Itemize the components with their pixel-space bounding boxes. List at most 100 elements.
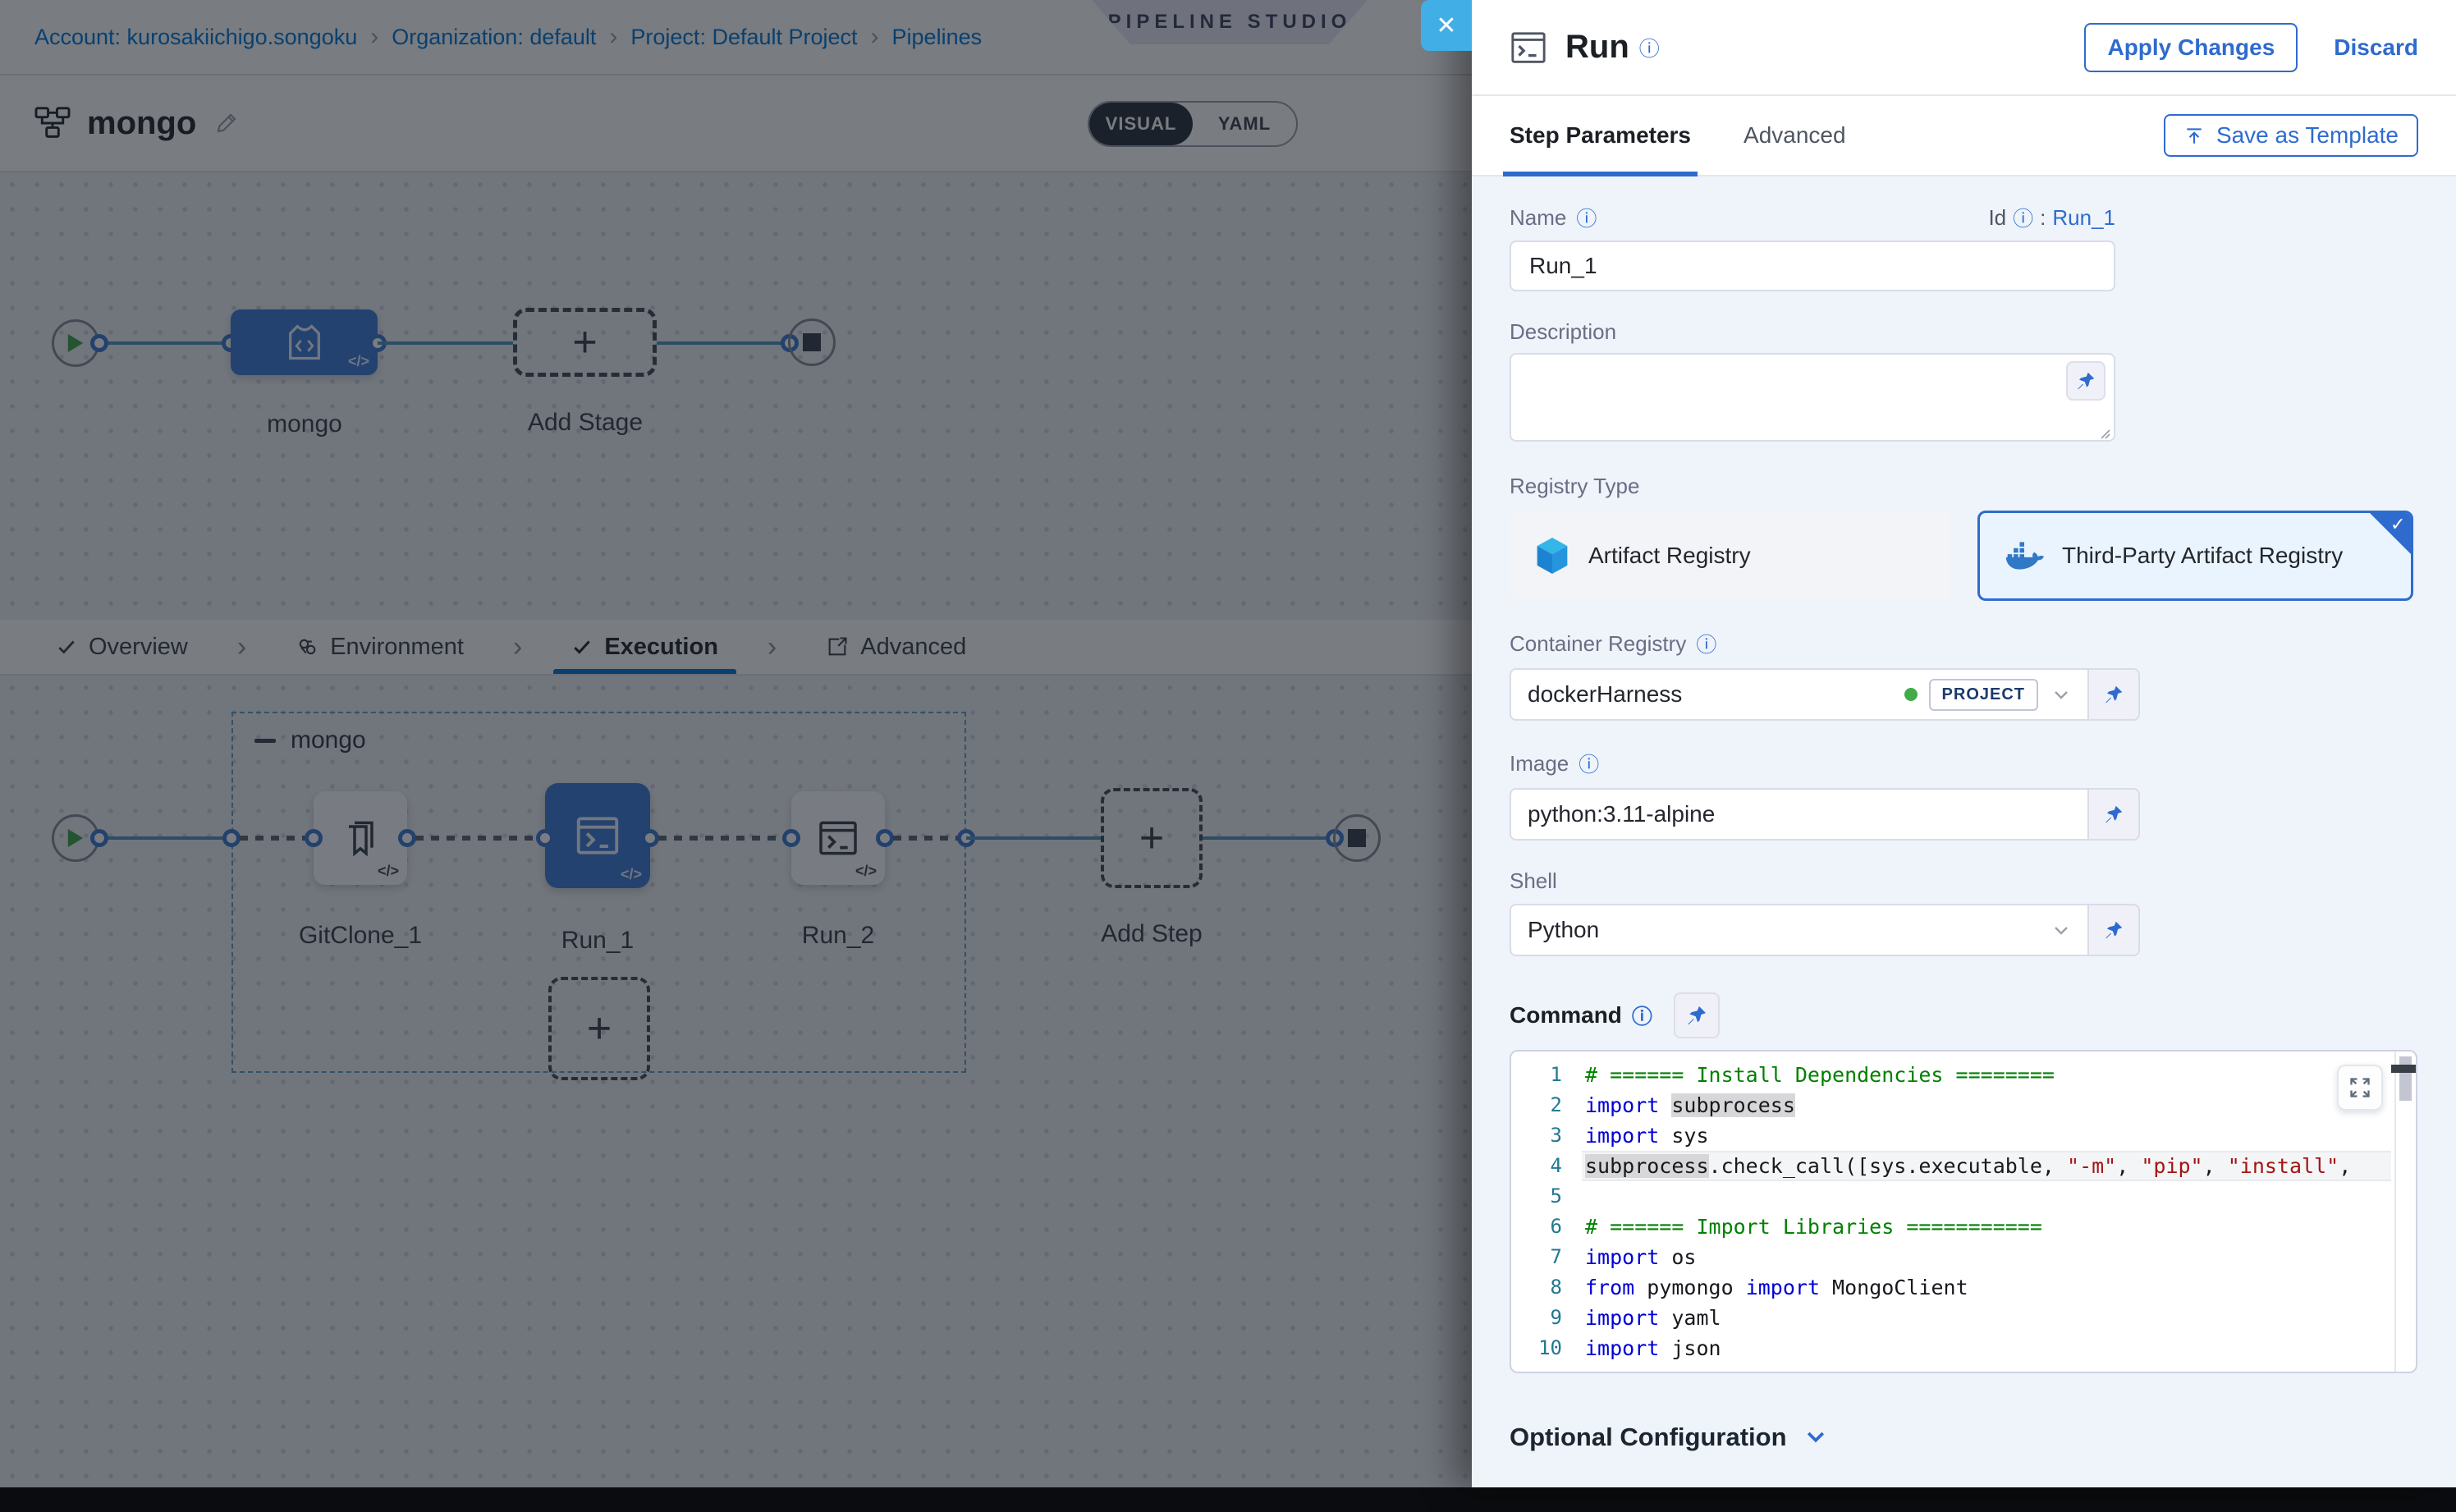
command-code-editor[interactable]: 1# ====== Install Dependencies ========2…	[1510, 1050, 2417, 1373]
chevron-down-icon	[1803, 1425, 1828, 1450]
code-text: # ====== Import Libraries ===========	[1562, 1212, 2042, 1242]
line-number: 5	[1511, 1181, 1562, 1212]
shell-value: Python	[1528, 917, 1599, 943]
modal-dim-overlay[interactable]	[0, 0, 1472, 1487]
discard-button[interactable]: Discard	[2334, 34, 2418, 61]
line-number: 1	[1511, 1060, 1562, 1090]
scope-badge: PROJECT	[1929, 679, 2038, 711]
code-text: import yaml	[1562, 1303, 1721, 1333]
pin-input-type-button[interactable]	[2066, 361, 2105, 401]
shell-select[interactable]: Python	[1510, 904, 2089, 956]
description-label: Description	[1510, 319, 2418, 345]
artifact-registry-icon	[1534, 536, 1570, 575]
chevron-down-icon	[2051, 920, 2071, 940]
pin-input-type-button[interactable]	[1674, 992, 1720, 1038]
container-registry-label: Container Registryⓘ	[1510, 629, 2418, 658]
step-config-drawer: ✕ Run ⓘ Apply Changes Discard Step Param…	[1472, 0, 2456, 1487]
line-number: 9	[1511, 1303, 1562, 1333]
code-line[interactable]: 2import subprocess	[1511, 1090, 2391, 1120]
pipeline-studio-app: Account: kurosakiichigo.songoku › Organi…	[0, 0, 2456, 1487]
info-icon[interactable]: ⓘ	[1632, 1001, 1652, 1030]
step-id-value[interactable]: Run_1	[2052, 205, 2115, 231]
pin-icon	[2075, 370, 2096, 392]
code-line[interactable]: 6# ====== Import Libraries ===========	[1511, 1212, 2391, 1242]
pin-input-type-button[interactable]	[2089, 788, 2140, 841]
apply-changes-button[interactable]: Apply Changes	[2084, 23, 2298, 72]
code-text	[1562, 1181, 1585, 1212]
registry-option-label: Artifact Registry	[1588, 543, 1751, 569]
code-line[interactable]: 3import sys	[1511, 1120, 2391, 1151]
pin-icon	[2103, 919, 2124, 941]
code-text: import json	[1562, 1333, 1721, 1363]
expand-editor-button[interactable]	[2337, 1065, 2383, 1111]
info-icon[interactable]: ⓘ	[1639, 33, 1660, 62]
code-text: import sys	[1562, 1120, 1709, 1151]
info-icon[interactable]: ⓘ	[1576, 203, 1597, 232]
close-drawer-button[interactable]: ✕	[1421, 0, 1472, 51]
description-input[interactable]	[1510, 353, 2115, 442]
drawer-tabs: Step Parameters Advanced Save as Templat…	[1472, 94, 2456, 176]
code-text: import subprocess	[1562, 1090, 1795, 1120]
save-as-template-button[interactable]: Save as Template	[2164, 114, 2418, 157]
command-editor-lines[interactable]: 1# ====== Install Dependencies ========2…	[1511, 1060, 2391, 1367]
upload-icon	[2183, 125, 2205, 146]
editor-overview-ruler-mark	[2391, 1065, 2416, 1073]
image-input[interactable]: python:3.11-alpine	[1510, 788, 2089, 841]
code-line[interactable]: 5	[1511, 1181, 2391, 1212]
desktop-strip	[0, 1487, 2456, 1512]
image-value: python:3.11-alpine	[1528, 801, 1715, 827]
expand-icon	[2348, 1076, 2371, 1099]
container-registry-value: dockerHarness	[1528, 681, 1682, 708]
step-parameters-form: Nameⓘ Id ⓘ : Run_1 Description	[1472, 176, 2456, 1487]
container-registry-select[interactable]: dockerHarness PROJECT	[1510, 668, 2089, 721]
optional-configuration-toggle[interactable]: Optional Configuration	[1510, 1423, 2418, 1452]
line-number: 2	[1511, 1090, 1562, 1120]
line-number: 7	[1511, 1242, 1562, 1272]
code-line[interactable]: 7import os	[1511, 1242, 2391, 1272]
shell-label: Shell	[1510, 868, 2418, 894]
editor-scrollbar[interactable]	[2394, 1052, 2416, 1372]
step-id: Id ⓘ : Run_1	[1988, 203, 2115, 232]
registry-option-artifact-registry[interactable]: Artifact Registry	[1510, 511, 1950, 601]
pin-input-type-button[interactable]	[2089, 904, 2140, 956]
docker-icon	[2005, 539, 2044, 572]
info-icon[interactable]: ⓘ	[2013, 203, 2033, 232]
line-number: 3	[1511, 1120, 1562, 1151]
name-label: Nameⓘ	[1510, 203, 1597, 232]
code-text: subprocess.check_call([sys.executable, "…	[1562, 1151, 2363, 1181]
line-number: 10	[1511, 1333, 1562, 1363]
tab-step-parameters[interactable]: Step Parameters	[1510, 96, 1691, 175]
selected-corner-badge: ✓	[2369, 512, 2412, 555]
connector-status-dot	[1904, 688, 1918, 701]
code-text: # ====== Install Dependencies ========	[1562, 1060, 2055, 1090]
registry-option-label: Third-Party Artifact Registry	[2062, 543, 2343, 569]
drawer-header: Run ⓘ Apply Changes Discard	[1472, 0, 2456, 94]
info-icon[interactable]: ⓘ	[1579, 749, 1599, 778]
editor-scrollbar-thumb[interactable]	[2399, 1056, 2412, 1101]
code-line[interactable]: 10import json	[1511, 1333, 2391, 1363]
line-number: 4	[1511, 1151, 1562, 1181]
code-line[interactable]: 8from pymongo import MongoClient	[1511, 1272, 2391, 1303]
line-number: 6	[1511, 1212, 1562, 1242]
code-line[interactable]: 1# ====== Install Dependencies ========	[1511, 1060, 2391, 1090]
pin-icon	[2103, 804, 2124, 825]
name-input[interactable]	[1510, 241, 2115, 291]
code-line[interactable]: 4subprocess.check_call([sys.executable, …	[1511, 1151, 2391, 1181]
code-text: import os	[1562, 1242, 1696, 1272]
command-label: Commandⓘ	[1510, 1001, 1652, 1030]
pin-input-type-button[interactable]	[2089, 668, 2140, 721]
chevron-down-icon	[2051, 685, 2071, 704]
registry-option-third-party[interactable]: Third-Party Artifact Registry ✓	[1977, 511, 2413, 601]
code-line[interactable]: 9import yaml	[1511, 1303, 2391, 1333]
resize-handle[interactable]	[2097, 426, 2110, 439]
registry-type-label: Registry Type	[1510, 474, 2418, 499]
code-text: from pymongo import MongoClient	[1562, 1272, 1968, 1303]
info-icon[interactable]: ⓘ	[1696, 629, 1716, 658]
optional-configuration-label: Optional Configuration	[1510, 1423, 1787, 1452]
tab-advanced[interactable]: Advanced	[1743, 96, 1846, 175]
pin-icon	[2103, 684, 2124, 705]
image-label: Imageⓘ	[1510, 749, 2418, 778]
drawer-title: Run	[1565, 29, 1629, 66]
run-step-icon	[1510, 29, 1547, 66]
pin-icon	[1685, 1004, 1708, 1027]
